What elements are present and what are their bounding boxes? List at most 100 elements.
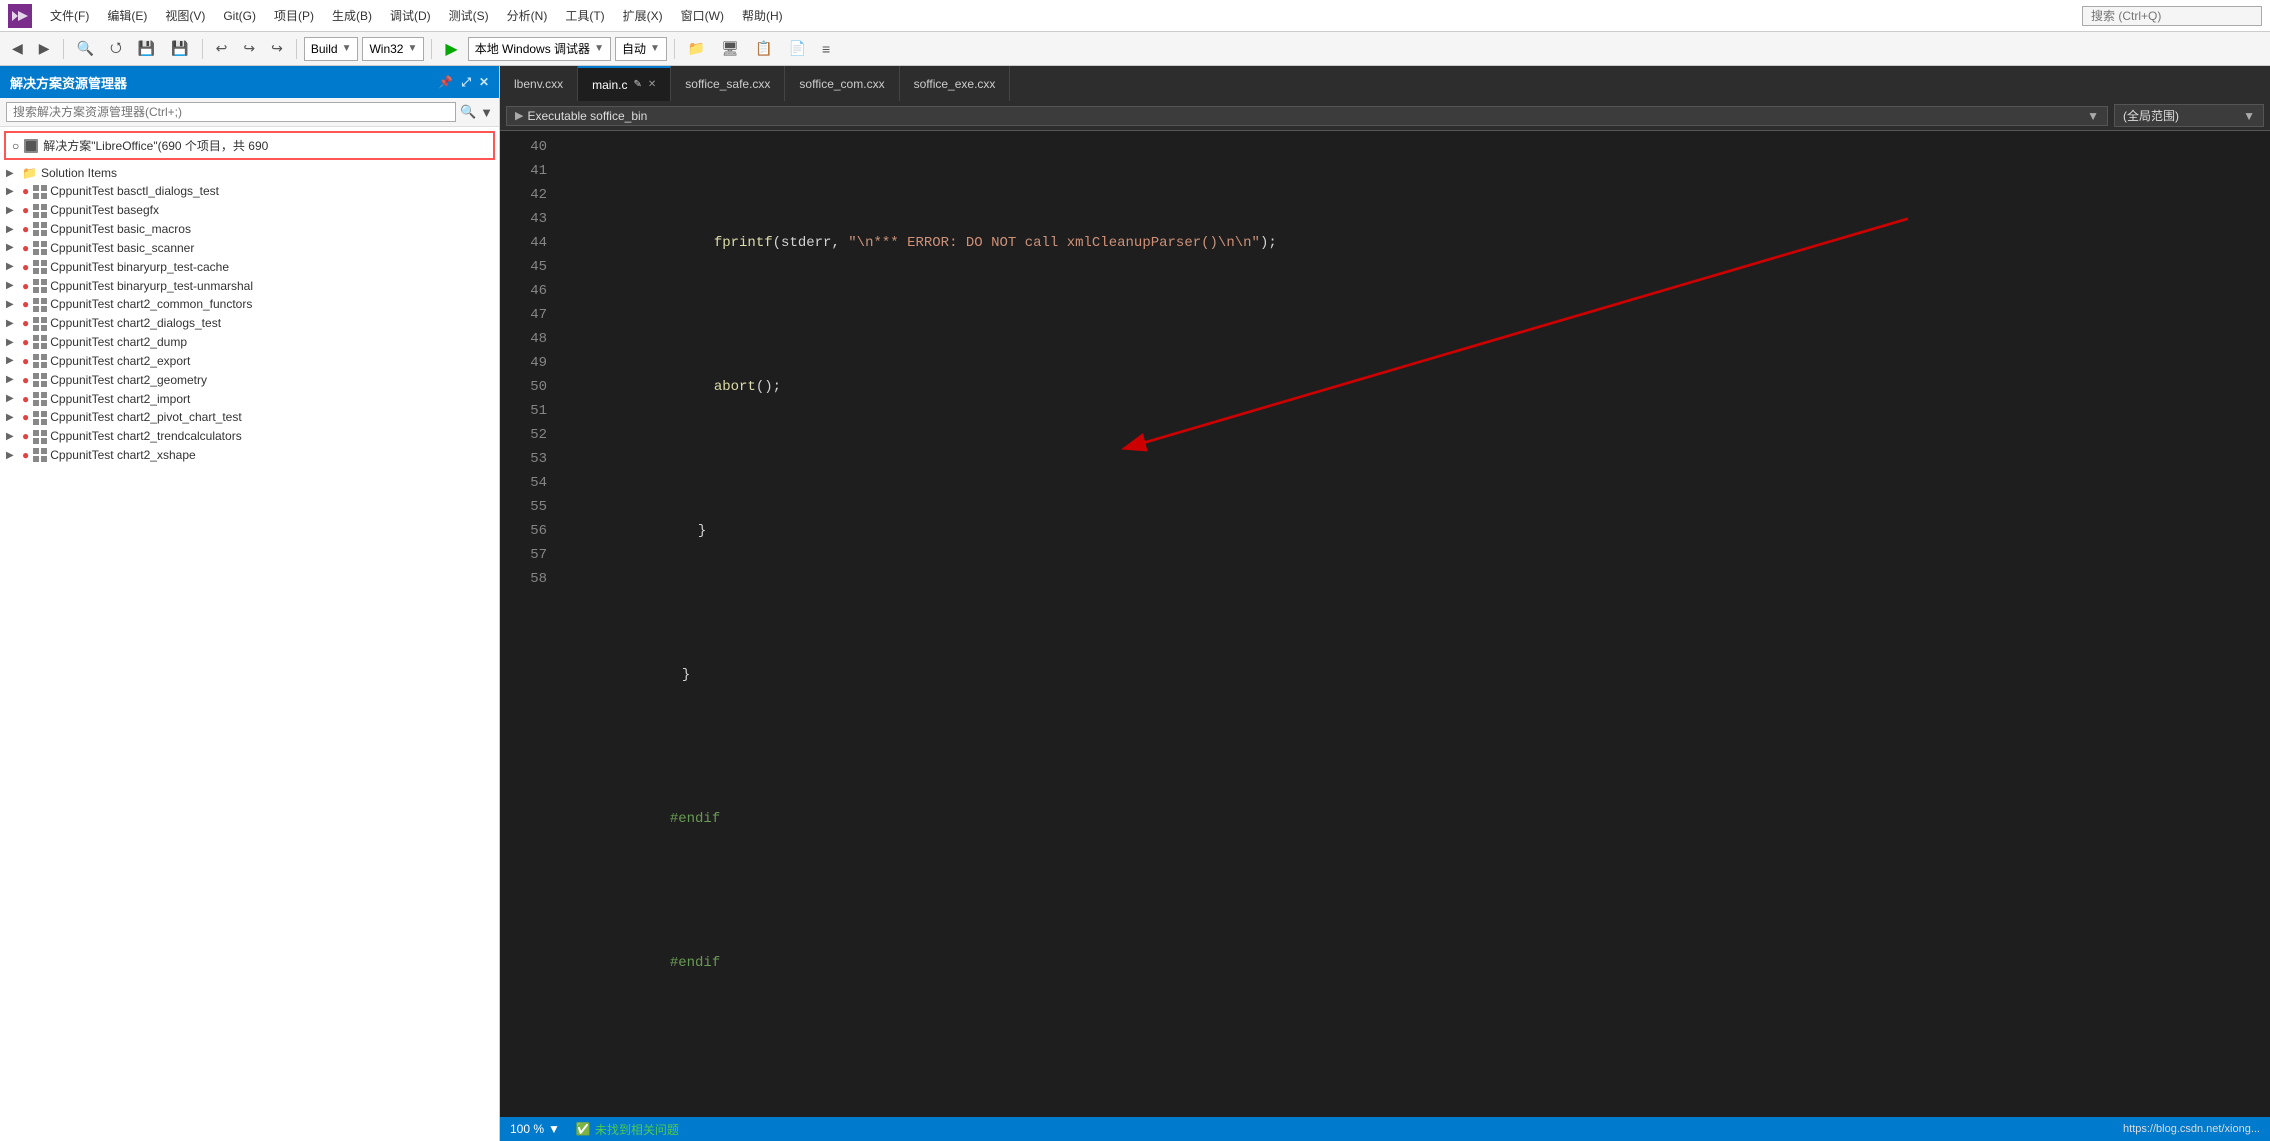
toolbar-btn-save2[interactable]: 💾	[165, 37, 194, 60]
pin-icon[interactable]: 📌	[438, 75, 453, 89]
sidebar-item-5[interactable]: ▶ ● CppunitTest binaryurp_test-unmarshal	[0, 276, 499, 295]
sidebar-item-8[interactable]: ▶ ● CppunitTest chart2_dump	[0, 333, 499, 352]
expand-icon[interactable]: ▶	[6, 318, 22, 329]
sidebar-search: 🔍 ▼	[0, 98, 499, 127]
proj-icon: ●	[22, 335, 29, 349]
expand-icon[interactable]: ▶	[6, 337, 22, 348]
sidebar-item-12[interactable]: ▶ ● CppunitTest chart2_pivot_chart_test	[0, 408, 499, 427]
expand-icon[interactable]: ▶	[6, 299, 22, 310]
build-dropdown[interactable]: Build ▼	[304, 37, 359, 61]
menu-analyze[interactable]: 分析(N)	[499, 5, 556, 26]
toolbar-btn-2[interactable]: 🔍	[71, 37, 100, 60]
expand-icon[interactable]: ⤢	[461, 75, 471, 90]
code-content[interactable]: fprintf(stderr, "\n*** ERROR: DO NOT cal…	[555, 131, 2270, 1117]
proj-grid-icon	[33, 278, 47, 293]
folder-btn[interactable]: 📁	[682, 37, 711, 60]
debug-dropdown[interactable]: 本地 Windows 调试器 ▼	[468, 37, 611, 61]
search-icon[interactable]: 🔍	[460, 104, 476, 120]
tree-item-label: CppunitTest chart2_common_functors	[50, 297, 252, 311]
expand-icon[interactable]: ▶	[6, 355, 22, 366]
tree-item-label: CppunitTest binaryurp_test-cache	[50, 260, 229, 274]
proj-icon: ●	[22, 222, 29, 236]
menu-help[interactable]: 帮助(H)	[734, 5, 791, 26]
sidebar-item-13[interactable]: ▶ ● CppunitTest chart2_trendcalculators	[0, 427, 499, 446]
expand-icon[interactable]: ▶	[6, 450, 22, 461]
menu-tools[interactable]: 工具(T)	[557, 5, 612, 26]
menu-edit[interactable]: 编辑(E)	[99, 5, 155, 26]
tree-item-label: CppunitTest basic_scanner	[50, 241, 194, 255]
sidebar-item-1[interactable]: ▶ ● CppunitTest basegfx	[0, 201, 499, 220]
zoom-dropdown-icon[interactable]: ▼	[548, 1122, 560, 1136]
sidebar-item-4[interactable]: ▶ ● CppunitTest binaryurp_test-cache	[0, 257, 499, 276]
sidebar-item-3[interactable]: ▶ ● CppunitTest basic_scanner	[0, 238, 499, 257]
expand-icon[interactable]: ▶	[6, 261, 22, 272]
menu-window[interactable]: 窗口(W)	[673, 5, 732, 26]
menu-test[interactable]: 测试(S)	[441, 5, 497, 26]
close-icon[interactable]: ✕	[479, 75, 489, 89]
nav-icon: ▶	[515, 109, 523, 122]
sidebar-item-9[interactable]: ▶ ● CppunitTest chart2_export	[0, 351, 499, 370]
sidebar-item-solution-items[interactable]: ▶ 📁 Solution Items	[0, 164, 499, 182]
menu-file[interactable]: 文件(F)	[42, 5, 97, 26]
tab-main[interactable]: main.c ✎ ✕	[578, 66, 671, 101]
expand-icon[interactable]: ▶	[6, 224, 22, 235]
extra-btn3[interactable]: ≡	[816, 38, 836, 60]
menu-extensions[interactable]: 扩展(X)	[615, 5, 671, 26]
expand-icon[interactable]: ▶	[6, 280, 22, 291]
expand-icon[interactable]: ▶	[6, 242, 22, 253]
sidebar-item-7[interactable]: ▶ ● CppunitTest chart2_dialogs_test	[0, 314, 499, 333]
menu-debug[interactable]: 调试(D)	[382, 5, 439, 26]
tab-lbenv[interactable]: lbenv.cxx	[500, 66, 578, 101]
sidebar-item-10[interactable]: ▶ ● CppunitTest chart2_geometry	[0, 370, 499, 389]
menu-git[interactable]: Git(G)	[215, 7, 264, 25]
redo2-btn[interactable]: ↪	[265, 37, 289, 60]
expand-icon[interactable]: ▶	[6, 168, 22, 179]
sidebar-item-14[interactable]: ▶ ● CppunitTest chart2_xshape	[0, 446, 499, 465]
toolbar-btn-3[interactable]: ⭯	[104, 34, 128, 64]
toolbar-btn-save[interactable]: 💾	[132, 37, 161, 60]
sidebar-title: 解决方案资源管理器	[10, 73, 127, 92]
code-editor[interactable]: 40 41 42 43 44 45 46 47 48 49 50 51 52 5…	[500, 131, 2270, 1117]
watermark: https://blog.csdn.net/xiong...	[2123, 1123, 2260, 1135]
expand-icon[interactable]: ▶	[6, 374, 22, 385]
menu-build[interactable]: 生成(B)	[324, 5, 380, 26]
proj-icon: ●	[22, 373, 29, 387]
undo-btn[interactable]: ↩	[210, 37, 234, 60]
solution-root[interactable]: ○ 解决方案"LibreOffice"(690 个项目，共 690	[4, 131, 495, 160]
search-input[interactable]	[2082, 6, 2262, 26]
proj-grid-icon	[33, 335, 47, 350]
zoom-control[interactable]: 100 % ▼	[510, 1122, 560, 1136]
tree-item-label: CppunitTest chart2_geometry	[50, 373, 207, 387]
sidebar-item-2[interactable]: ▶ ● CppunitTest basic_macros	[0, 220, 499, 239]
sidebar-item-0[interactable]: ▶ ● CppunitTest basctl_dialogs_test	[0, 182, 499, 201]
expand-icon[interactable]: ▶	[6, 412, 22, 423]
extra-btn2[interactable]: 📄	[783, 37, 812, 60]
expand-icon[interactable]: ▶	[6, 393, 22, 404]
sidebar-header-icons: 📌 ⤢ ✕	[438, 75, 489, 90]
platform-dropdown[interactable]: Win32 ▼	[362, 37, 424, 61]
monitor-btn[interactable]: 🖥	[715, 37, 745, 60]
extra-btn1[interactable]: 📋	[749, 37, 778, 60]
menu-view[interactable]: 视图(V)	[157, 5, 213, 26]
redo-btn[interactable]: ↪	[237, 37, 261, 60]
tab-soffice-safe[interactable]: soffice_safe.cxx	[671, 66, 785, 101]
sidebar-item-6[interactable]: ▶ ● CppunitTest chart2_common_functors	[0, 295, 499, 314]
search-options-icon[interactable]: ▼	[480, 105, 493, 120]
tab-soffice-exe[interactable]: soffice_exe.cxx	[900, 66, 1011, 101]
run-btn[interactable]: ▶	[439, 36, 463, 62]
auto-dropdown[interactable]: 自动 ▼	[615, 37, 667, 61]
expand-icon[interactable]: ▶	[6, 205, 22, 216]
tab-close-icon[interactable]: ✕	[648, 79, 656, 90]
nav-path-dropdown[interactable]: ▶ Executable soffice_bin ▼	[506, 106, 2108, 126]
forward-btn[interactable]: ▶	[33, 37, 56, 60]
nav-scope-dropdown[interactable]: (全局范围) ▼	[2114, 104, 2264, 127]
sidebar-search-input[interactable]	[6, 102, 456, 122]
sidebar-item-11[interactable]: ▶ ● CppunitTest chart2_import	[0, 389, 499, 408]
tree-item-label: CppunitTest chart2_pivot_chart_test	[50, 410, 241, 424]
expand-icon[interactable]: ▶	[6, 431, 22, 442]
back-btn[interactable]: ◀	[6, 37, 29, 60]
menu-project[interactable]: 项目(P)	[266, 5, 322, 26]
expand-icon[interactable]: ▶	[6, 186, 22, 197]
editor-area: lbenv.cxx main.c ✎ ✕ soffice_safe.cxx so…	[500, 66, 2270, 1141]
tab-soffice-com[interactable]: soffice_com.cxx	[785, 66, 899, 101]
